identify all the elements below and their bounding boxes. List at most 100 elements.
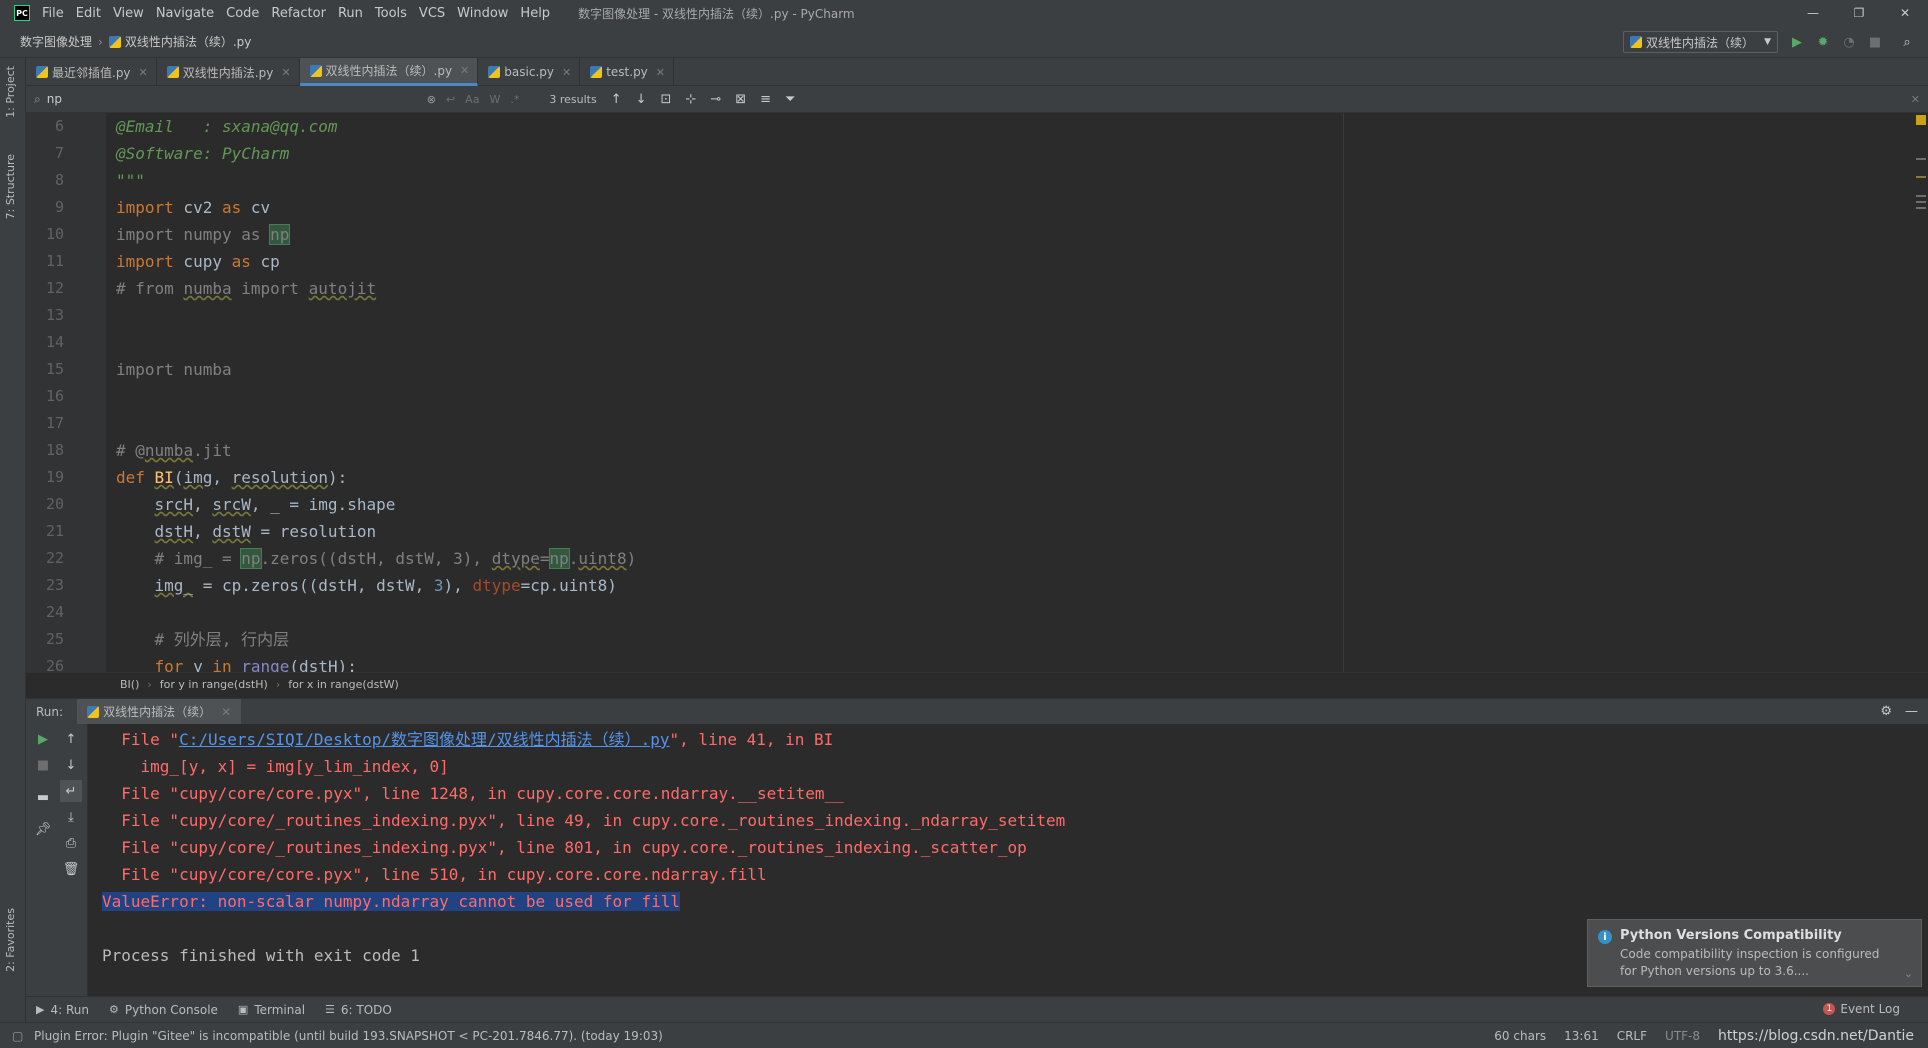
python-file-icon — [1630, 36, 1642, 48]
soft-wrap-icon[interactable]: ↵ — [60, 780, 82, 802]
run-configuration-select[interactable]: 双线性内插法（续） ▼ — [1623, 31, 1778, 53]
restore-icon[interactable]: ❐ — [1836, 0, 1882, 26]
status-widgets: 60 chars 13:61 CRLF UTF-8 https://blog.c… — [1476, 1023, 1914, 1048]
find-bar: ⌕ ⊗ ↩ Aa W .* 3 results ↑ ↓ ⊡ ⊹ ⊸ ⊠ ≡ ⏷ … — [26, 86, 1928, 113]
pin-icon[interactable]: 📌︎ — [32, 818, 54, 840]
line-separator[interactable]: CRLF — [1617, 1029, 1647, 1043]
close-icon[interactable]: ✕ — [460, 64, 469, 77]
panel-toggle-icon[interactable]: ▢ — [12, 1029, 23, 1043]
terminal-tool-button[interactable]: ▣ Terminal — [228, 1003, 315, 1017]
console-line: File "cupy/core/core.pyx", line 510, in … — [102, 865, 767, 884]
tab-label: 双线性内插法（续）.py — [325, 64, 453, 78]
minimize-icon[interactable]: — — [1790, 0, 1836, 26]
menu-file[interactable]: File — [36, 6, 70, 21]
trash-icon[interactable]: 🗑︎ — [60, 858, 82, 880]
close-icon[interactable]: ✕ — [1911, 93, 1920, 106]
previous-occurrence-icon[interactable]: ↑ — [611, 92, 622, 107]
breadcrumb-separator: › — [98, 34, 103, 49]
in-selection-icon[interactable]: ≡ — [760, 92, 771, 107]
hide-panel-icon[interactable]: — — [1905, 704, 1918, 719]
python-console-icon: ⚙ — [108, 1003, 119, 1016]
chevron-down-icon[interactable]: ⌄ — [1904, 967, 1913, 980]
notification-line: for Python versions up to 3.6.... — [1620, 964, 1809, 978]
code-line: 9 import cv2 as cv — [54, 198, 271, 217]
menu-run[interactable]: Run — [332, 6, 369, 21]
select-all-occurrences-icon[interactable]: ⊡ — [661, 92, 672, 107]
close-icon[interactable]: ✕ — [139, 66, 148, 79]
warning-marker[interactable] — [1916, 115, 1926, 125]
stop-icon[interactable]: ■ — [32, 754, 54, 776]
run-tab[interactable]: 双线性内插法（续） ✕ — [77, 698, 242, 725]
menu-tools[interactable]: Tools — [369, 6, 413, 21]
regex-toggle[interactable]: .* — [510, 93, 519, 106]
python-console-tool-button[interactable]: ⚙ Python Console — [99, 1003, 228, 1017]
clear-search-icon[interactable]: ⊗ — [427, 93, 436, 106]
breadcrumb-file[interactable]: 双线性内插法（续）.py — [125, 33, 252, 50]
search-everywhere-icon[interactable]: ⌕ — [1898, 33, 1916, 51]
search-history-icon[interactable]: ↩ — [446, 93, 455, 106]
tab-basic[interactable]: basic.py ✕ — [478, 58, 581, 86]
tab-bilinear[interactable]: 双线性内插法.py ✕ — [157, 58, 300, 86]
code-editor[interactable]: 6 @Email : sxana@qq.com 7 @Software: PyCha… — [26, 113, 1928, 672]
menu-refactor[interactable]: Refactor — [265, 6, 332, 21]
selected-error-text[interactable]: ValueError: non-scalar numpy.ndarray can… — [102, 892, 680, 911]
close-icon[interactable]: ✕ — [221, 705, 231, 719]
pycharm-logo-icon: PC — [14, 5, 30, 21]
run-tool-button[interactable]: ▶ 4: Run — [26, 1003, 99, 1017]
tab-test[interactable]: test.py ✕ — [580, 58, 674, 86]
crumb-inner-loop[interactable]: for x in range(dstW) — [288, 678, 399, 691]
scroll-down-icon[interactable]: ↓ — [60, 754, 82, 776]
close-icon[interactable]: ✕ — [562, 66, 571, 79]
next-occurrence-icon[interactable]: ↓ — [636, 92, 647, 107]
menu-code[interactable]: Code — [220, 6, 265, 21]
menu-window[interactable]: Window — [451, 6, 514, 21]
toggle-selection-icon[interactable]: ⊠ — [735, 92, 746, 107]
favorites-tool-tab[interactable]: 2: Favorites — [4, 908, 17, 972]
menu-view[interactable]: View — [107, 6, 150, 21]
console-line: File "cupy/core/_routines_indexing.pyx",… — [102, 838, 1027, 857]
scroll-to-end-icon[interactable]: ⤓ — [60, 806, 82, 828]
todo-tool-button[interactable]: ☰ 6: TODO — [315, 1003, 402, 1017]
debug-icon[interactable]: ✹ — [1814, 33, 1832, 51]
terminal-icon: ▣ — [237, 1003, 249, 1016]
status-message[interactable]: Plugin Error: Plugin "Gitee" is incompat… — [34, 1029, 663, 1043]
search-input[interactable] — [46, 92, 417, 106]
add-occurrence-icon[interactable]: ⊹ — [685, 92, 696, 107]
close-window-icon[interactable]: ✕ — [1882, 0, 1928, 26]
search-icon[interactable]: ⌕ — [34, 92, 41, 107]
python-versions-notification[interactable]: i Python Versions Compatibility Code com… — [1587, 919, 1922, 987]
scroll-up-icon[interactable]: ↑ — [60, 728, 82, 750]
close-icon[interactable]: ✕ — [656, 66, 665, 79]
code-line: 16 — [45, 387, 64, 405]
crumb-outer-loop[interactable]: for y in range(dstH) — [160, 678, 268, 691]
filter-icon[interactable]: ⏷ — [785, 92, 795, 107]
crumb-function[interactable]: BI() — [120, 678, 139, 691]
rerun-icon[interactable]: ▶ — [32, 728, 54, 750]
structure-tool-tab[interactable]: 7: Structure — [4, 154, 17, 219]
crumb-separator: › — [147, 678, 152, 691]
error-stripe[interactable] — [1914, 113, 1928, 672]
project-tool-tab[interactable]: 1: Project — [4, 66, 17, 118]
gear-icon[interactable]: ⚙ — [1880, 704, 1892, 719]
run-icon[interactable]: ▶ — [1788, 33, 1806, 51]
coverage-icon[interactable]: ◔ — [1840, 33, 1858, 51]
layout-icon[interactable]: ▬ — [32, 786, 54, 808]
menu-edit[interactable]: Edit — [70, 6, 107, 21]
stop-icon[interactable]: ■ — [1866, 33, 1884, 51]
print-icon[interactable]: ⎙ — [60, 832, 82, 854]
file-encoding[interactable]: UTF-8 — [1665, 1029, 1700, 1043]
menu-navigate[interactable]: Navigate — [150, 6, 220, 21]
whole-words-toggle[interactable]: W — [489, 93, 500, 106]
tab-bilinear-continued[interactable]: 双线性内插法（续）.py ✕ — [299, 58, 479, 86]
match-case-toggle[interactable]: Aa — [465, 93, 479, 106]
breadcrumb-project[interactable]: 数字图像处理 — [0, 33, 92, 50]
file-link[interactable]: C:/Users/SIQI/Desktop/数字图像处理/双线性内插法（续）.p… — [179, 730, 669, 749]
menu-help[interactable]: Help — [514, 6, 556, 21]
menu-vcs[interactable]: VCS — [413, 6, 451, 21]
code-line: 23 img_ = cp.zeros((dstH, dstW, 3), dtyp… — [45, 576, 617, 595]
remove-occurrence-icon[interactable]: ⊸ — [710, 92, 721, 107]
tab-nearest-neighbor[interactable]: 最近邻插值.py ✕ — [26, 58, 157, 86]
caret-position[interactable]: 13:61 — [1564, 1029, 1599, 1043]
event-log-button[interactable]: 1 Event Log — [1823, 1002, 1900, 1016]
close-icon[interactable]: ✕ — [281, 66, 290, 79]
